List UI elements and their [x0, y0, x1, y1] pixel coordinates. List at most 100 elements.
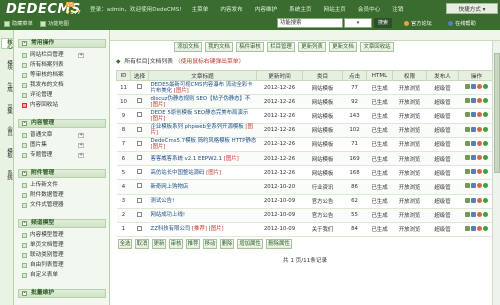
- article-title-link[interactable]: 高仿站长中国整站源码: [151, 170, 205, 176]
- edit-icon[interactable]: [465, 155, 470, 161]
- cell-select[interactable]: [130, 80, 149, 96]
- search-scope-select[interactable]: ▾: [344, 18, 372, 28]
- approve-icon[interactable]: [483, 197, 488, 203]
- cell-category[interactable]: 关于我们: [302, 222, 343, 238]
- approve-icon[interactable]: [483, 225, 488, 231]
- delete-icon[interactable]: [477, 98, 482, 104]
- menu-item-articles[interactable]: 普通文章 +: [22, 131, 108, 140]
- approve-button[interactable]: 审核: [169, 239, 183, 249]
- nav-site-home[interactable]: 网站主页: [324, 5, 346, 13]
- menu-item-comments[interactable]: 评论管理: [22, 91, 108, 100]
- cell-select[interactable]: [130, 179, 149, 195]
- row-checkbox[interactable]: [137, 84, 142, 90]
- preview-icon[interactable]: [471, 225, 476, 231]
- preview-icon[interactable]: [471, 140, 476, 146]
- menu-item-single-pages[interactable]: 单页文档管理: [22, 241, 108, 250]
- menu-item-content-models[interactable]: 内容模型管理: [22, 231, 108, 240]
- remove-attribute-button[interactable]: 删除属性: [266, 239, 292, 249]
- tab-template[interactable]: 模板: [1, 148, 13, 157]
- cell-select[interactable]: [130, 94, 149, 110]
- cell-select[interactable]: [130, 108, 149, 124]
- select-all-button[interactable]: 全选: [118, 239, 132, 249]
- delete-icon[interactable]: [477, 84, 482, 90]
- cell-select[interactable]: [130, 151, 149, 167]
- edit-icon[interactable]: [465, 197, 470, 203]
- menu-item-upload-file[interactable]: 上传新文件: [22, 181, 108, 190]
- row-checkbox[interactable]: [137, 140, 142, 146]
- approve-icon[interactable]: [483, 98, 488, 104]
- tab-core[interactable]: 核心: [1, 38, 13, 50]
- menu-group-channel-models[interactable]: - 频道模型: [18, 219, 106, 228]
- edit-icon[interactable]: [465, 126, 470, 132]
- cell-category[interactable]: 网站模板: [302, 151, 343, 167]
- nav-content-publish[interactable]: 内容发布: [220, 5, 242, 13]
- preview-icon[interactable]: [471, 126, 476, 132]
- cell-category[interactable]: 网站模板: [302, 108, 343, 124]
- tab-collect[interactable]: 采集: [1, 104, 13, 113]
- menu-group-common[interactable]: - 常用操作: [18, 39, 106, 48]
- edit-icon[interactable]: [465, 98, 470, 104]
- article-title-link[interactable]: 网站成功上线!: [151, 212, 186, 218]
- edit-icon[interactable]: [465, 84, 470, 90]
- approve-icon[interactable]: [483, 140, 488, 146]
- menu-item-all-archives[interactable]: 所有档案列表: [22, 61, 108, 70]
- review-drafts-button[interactable]: 稿件审核: [236, 42, 264, 52]
- col-category[interactable]: 类目: [302, 70, 343, 81]
- approve-icon[interactable]: [483, 126, 488, 132]
- update-documents-button[interactable]: 更新文档: [329, 42, 357, 52]
- cell-category[interactable]: 网站模板: [302, 80, 343, 96]
- article-title-link[interactable]: DEDE5最新可视CMS内容瀑布 流动全彩卡片布美化: [151, 82, 253, 94]
- add-icon[interactable]: +: [78, 143, 84, 148]
- article-recycle-button[interactable]: 文章回收站: [360, 42, 394, 52]
- edit-icon[interactable]: [465, 140, 470, 146]
- search-button[interactable]: 搜索: [374, 18, 392, 28]
- hide-menu-button[interactable]: 隐藏菜单: [4, 19, 33, 28]
- row-checkbox[interactable]: [137, 183, 142, 189]
- preview-icon[interactable]: [471, 197, 476, 203]
- menu-group-content[interactable]: - 内容管理: [18, 119, 106, 128]
- tab-member[interactable]: 会员: [1, 126, 13, 135]
- col-title[interactable]: 文章标题: [148, 70, 257, 81]
- edit-icon[interactable]: [465, 225, 470, 231]
- delete-icon[interactable]: [477, 211, 482, 217]
- article-title-link[interactable]: 测试公告!: [151, 198, 175, 204]
- edit-icon[interactable]: [465, 183, 470, 189]
- preview-icon[interactable]: [471, 183, 476, 189]
- delete-icon[interactable]: [477, 155, 482, 161]
- column-manage-button[interactable]: 栏目管理: [267, 42, 295, 52]
- cell-select[interactable]: [130, 194, 149, 209]
- menu-item-file-manager[interactable]: 文件式管理器: [22, 201, 108, 210]
- cell-category[interactable]: 官方公告: [302, 194, 343, 209]
- approve-icon[interactable]: [483, 211, 488, 217]
- row-checkbox[interactable]: [137, 126, 142, 132]
- menu-item-topics[interactable]: 专题管理 +: [22, 151, 108, 160]
- recommend-button[interactable]: 推荐: [186, 239, 200, 249]
- preview-icon[interactable]: [471, 98, 476, 104]
- nav-logout[interactable]: 注销: [392, 5, 403, 13]
- menu-group-attachments[interactable]: - 附件管理: [18, 169, 106, 178]
- delete-button[interactable]: 删除: [220, 239, 234, 249]
- edit-icon[interactable]: [465, 112, 470, 118]
- cell-select[interactable]: [130, 165, 149, 181]
- main-scrollbar[interactable]: [492, 41, 500, 305]
- preview-icon[interactable]: [471, 112, 476, 118]
- menu-group-batch-maintain[interactable]: - 批量维护: [18, 289, 106, 298]
- tab-generate[interactable]: 生成: [1, 82, 13, 91]
- cell-category[interactable]: 网站模板: [302, 137, 343, 152]
- delete-icon[interactable]: [477, 197, 482, 203]
- tab-system[interactable]: 系统: [1, 170, 13, 179]
- menu-item-my-docs[interactable]: 我发布的文档: [22, 81, 108, 90]
- article-title-link[interactable]: 企业模板系列 phpweb全系列开源模板: [151, 124, 244, 130]
- row-checkbox[interactable]: [137, 197, 142, 203]
- approve-icon[interactable]: [483, 155, 488, 161]
- approve-icon[interactable]: [483, 169, 488, 175]
- add-icon[interactable]: +: [78, 53, 84, 58]
- update-button[interactable]: 更新: [152, 239, 166, 249]
- my-documents-button[interactable]: 我的文档: [205, 42, 233, 52]
- cell-select[interactable]: [130, 222, 149, 238]
- menu-item-attachment-data[interactable]: 附件数据管理: [22, 191, 108, 200]
- add-document-button[interactable]: 添加文档: [174, 42, 202, 52]
- row-checkbox[interactable]: [137, 98, 142, 104]
- function-search-input[interactable]: 功能搜索: [277, 18, 343, 28]
- cell-select[interactable]: [130, 137, 149, 152]
